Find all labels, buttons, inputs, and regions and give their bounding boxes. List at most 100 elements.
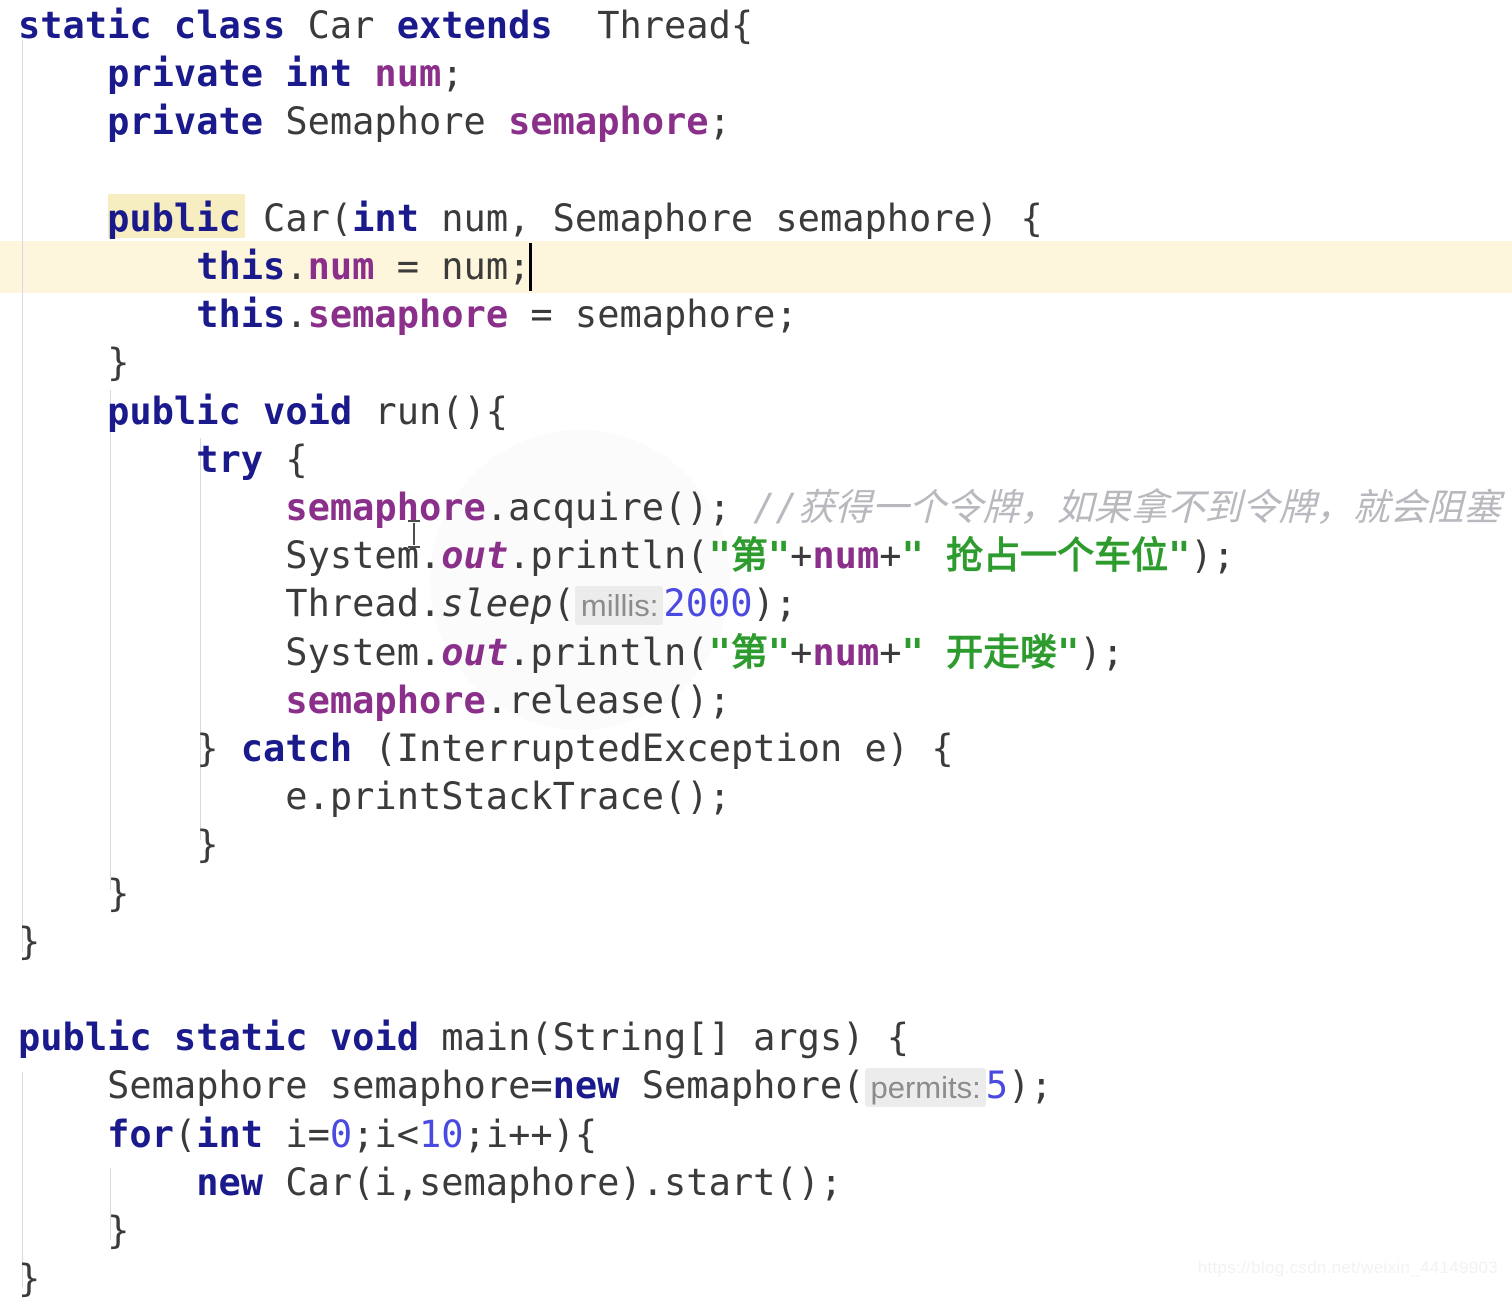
code-line[interactable]: }: [0, 1207, 1512, 1255]
code-line[interactable]: public void run(){: [0, 388, 1512, 436]
code-token-plain: }: [18, 823, 219, 867]
code-token-plain: (: [552, 582, 575, 626]
code-token-kw: public static void: [18, 1016, 442, 1060]
code-token-plain: num, Semaphore semaphore) {: [441, 196, 1043, 240]
code-line[interactable]: } catch (InterruptedException e) {: [0, 725, 1512, 773]
code-token-plain: ;: [441, 52, 464, 96]
code-token-plain: }: [18, 341, 130, 385]
code-line[interactable]: try {: [0, 436, 1512, 484]
code-token-hint: millis:: [574, 586, 664, 626]
code-line[interactable]: }: [0, 918, 1512, 966]
code-token-field: num: [812, 534, 880, 578]
code-token-plain: +: [879, 630, 902, 674]
code-token-kw: try: [196, 437, 264, 481]
code-line[interactable]: [0, 147, 1512, 195]
code-token-plain: .println(: [508, 534, 709, 578]
code-line[interactable]: private Semaphore semaphore;: [0, 98, 1512, 146]
text-caret: [529, 243, 532, 291]
code-token-plain: }: [18, 919, 41, 963]
code-line[interactable]: e.printStackTrace();: [0, 773, 1512, 821]
code-token-plain: );: [1079, 630, 1124, 674]
code-line[interactable]: new Car(i,semaphore).start();: [0, 1159, 1512, 1207]
code-line[interactable]: this.semaphore = semaphore;: [0, 291, 1512, 339]
code-token-methodit: sleep: [441, 582, 553, 626]
code-editor-viewport[interactable]: static class Car extends Thread{ private…: [0, 0, 1512, 1300]
code-token-plain: {: [263, 437, 308, 481]
code-token-plain: System.: [18, 630, 442, 674]
code-token-field: semaphore: [285, 486, 486, 529]
code-token-plain: Semaphore(: [619, 1064, 865, 1108]
code-token-plain: }: [18, 1209, 130, 1252]
code-token-kw: public: [107, 196, 264, 240]
code-token-str: "第": [708, 630, 791, 674]
code-line[interactable]: this.num = num;: [0, 243, 1512, 291]
code-line[interactable]: static class Car extends Thread{: [0, 2, 1512, 50]
code-line[interactable]: }: [0, 339, 1512, 387]
code-token-field: num: [307, 245, 375, 288]
code-token-str: "第": [708, 534, 791, 578]
code-token-plain: .acquire();: [485, 486, 754, 529]
code-token-plain: .: [285, 293, 308, 337]
code-token-kw: catch: [240, 727, 353, 770]
code-token-fielditalic: out: [441, 534, 509, 578]
code-token-plain: e.printStackTrace();: [18, 775, 731, 819]
code-token-plain: }: [18, 727, 241, 770]
code-token-kw: int: [352, 196, 442, 240]
code-token-field: semaphore: [285, 678, 486, 722]
code-token-kw: new: [196, 1160, 264, 1204]
code-line[interactable]: private int num;: [0, 50, 1512, 98]
code-token-plain: ;i++){: [463, 1112, 598, 1156]
code-token-plain: ;i<: [352, 1112, 419, 1156]
code-line[interactable]: System.out.println("第"+num+" 开走喽");: [0, 629, 1512, 677]
code-token-kw: private int: [107, 52, 375, 96]
code-token-plain: System.: [18, 534, 442, 578]
code-token-plain: );: [752, 582, 798, 626]
code-token-plain: Car(: [263, 196, 353, 240]
code-token-plain: = semaphore;: [508, 293, 798, 337]
code-token-kw: this: [196, 245, 286, 288]
code-token-fielditalic: out: [441, 630, 509, 674]
code-token-str: " 抢占一个车位": [901, 534, 1191, 578]
code-token-kw: private: [107, 100, 286, 144]
code-token-num: 2000: [663, 582, 753, 626]
mouse-ibeam-cursor: [408, 520, 420, 548]
code-line[interactable]: semaphore.acquire(); //获得一个令牌，如果拿不到令牌，就会…: [0, 484, 1512, 532]
code-token-kw: new: [552, 1064, 620, 1108]
code-token-plain: );: [1190, 534, 1235, 578]
code-line[interactable]: Semaphore semaphore=new Semaphore(permit…: [0, 1062, 1512, 1110]
code-token-kw: public void: [107, 389, 375, 433]
code-token-plain: Thread.: [18, 582, 442, 626]
code-line[interactable]: [0, 966, 1512, 1014]
code-token-plain: Semaphore: [285, 100, 509, 144]
code-token-plain: }: [18, 1257, 41, 1301]
code-token-plain: main(String[] args) {: [441, 1016, 910, 1060]
code-token-plain: run(){: [374, 389, 509, 433]
code-token-field: num: [812, 630, 880, 674]
code-token-kw: static class: [18, 4, 308, 47]
code-line[interactable]: for(int i=0;i<10;i++){: [0, 1111, 1512, 1159]
code-line[interactable]: }: [0, 870, 1512, 918]
code-token-num: 5: [985, 1064, 1009, 1108]
code-token-field: num: [374, 52, 442, 96]
code-line[interactable]: public static void main(String[] args) {: [0, 1014, 1512, 1062]
code-line[interactable]: System.out.println("第"+num+" 抢占一个车位");: [0, 532, 1512, 580]
code-token-plain: .println(: [508, 630, 709, 674]
blog-watermark: https://blog.csdn.net/weixin_44149903: [1197, 1258, 1498, 1277]
code-token-kw: extends: [396, 4, 575, 47]
code-token-field: semaphore: [307, 293, 509, 337]
code-token-field: semaphore: [508, 100, 709, 144]
code-line[interactable]: }: [0, 821, 1512, 869]
code-line[interactable]: public Car(int num, Semaphore semaphore)…: [0, 195, 1512, 243]
code-token-kw: for: [107, 1112, 174, 1156]
code-token-plain: +: [879, 534, 902, 578]
code-line[interactable]: semaphore.release();: [0, 677, 1512, 725]
code-line[interactable]: Thread.sleep(millis: 2000);: [0, 580, 1512, 628]
